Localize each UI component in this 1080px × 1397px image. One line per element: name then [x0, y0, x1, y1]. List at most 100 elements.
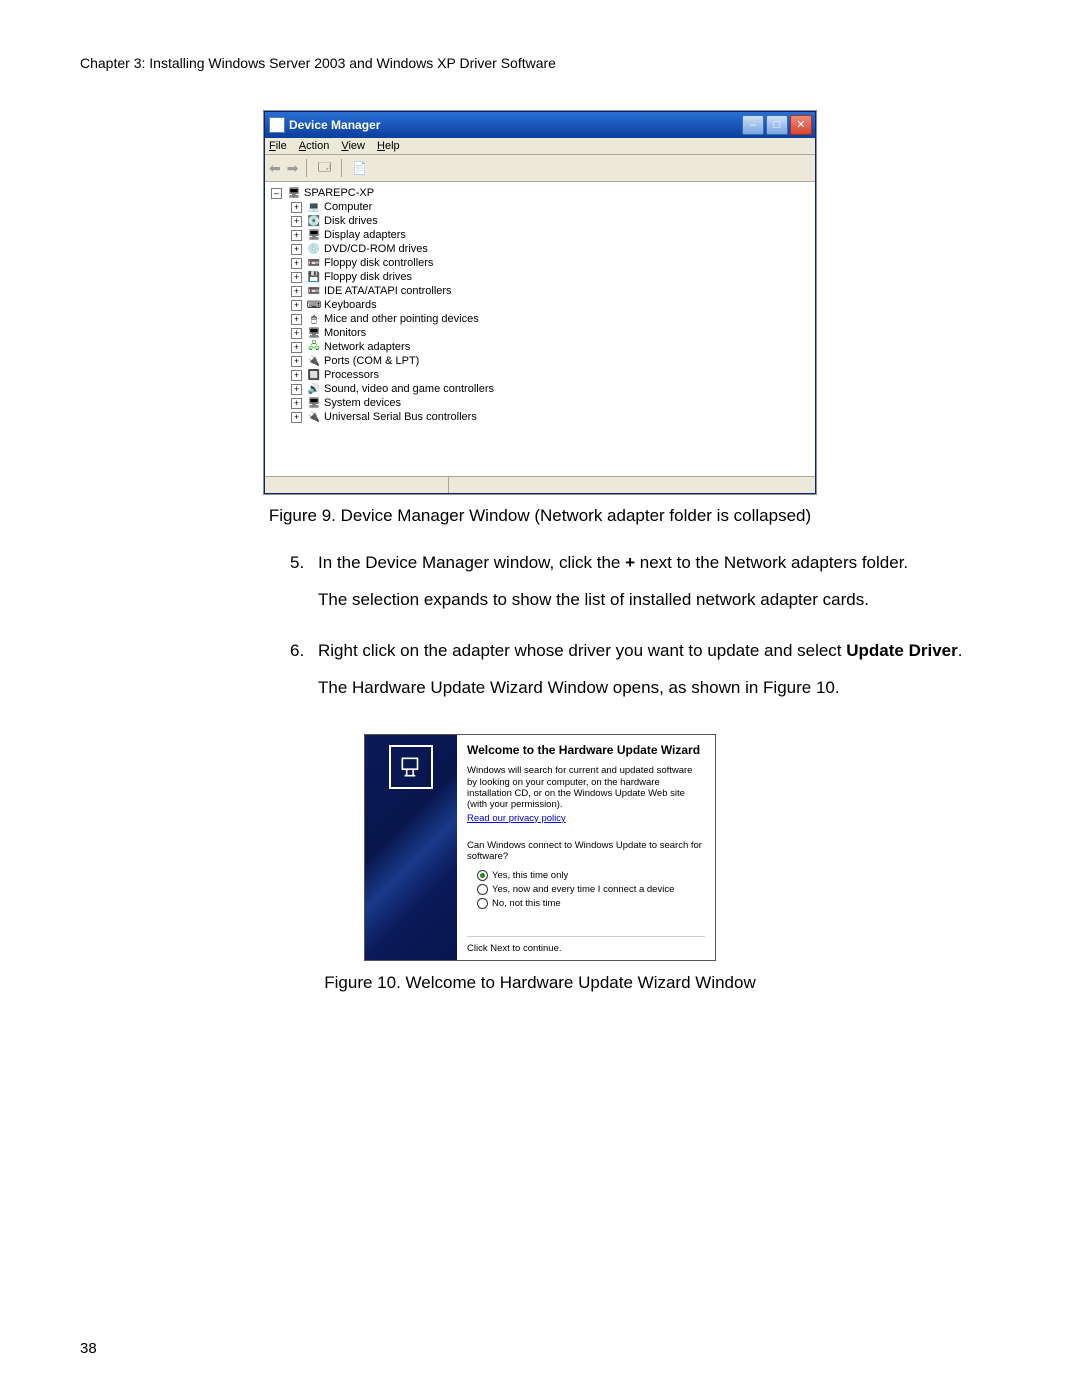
window-title: Device Manager: [289, 118, 380, 132]
expand-icon[interactable]: +: [291, 230, 302, 241]
tree-node[interactable]: + System devices: [291, 396, 809, 410]
step-body: Right click on the adapter whose driver …: [318, 640, 972, 714]
expand-icon[interactable]: +: [291, 244, 302, 255]
node-label: Disk drives: [324, 215, 378, 227]
node-label: IDE ATA/ATAPI controllers: [324, 285, 452, 297]
menu-action[interactable]: Action: [299, 140, 330, 152]
figure-9-caption: Figure 9. Device Manager Window (Network…: [269, 506, 811, 526]
expand-icon[interactable]: +: [291, 286, 302, 297]
computer-icon: [287, 187, 301, 200]
tree-node[interactable]: + Computer: [291, 200, 809, 214]
expand-icon[interactable]: +: [291, 216, 302, 227]
tree-node[interactable]: +Mice and other pointing devices: [291, 312, 809, 326]
window-controls: – □ ✕: [742, 115, 812, 135]
wizard-question: Can Windows connect to Windows Update to…: [467, 840, 705, 863]
expand-icon[interactable]: +: [291, 412, 302, 423]
device-list: + Computer + Disk drives +Display adapters…: [271, 200, 809, 424]
node-label: DVD/CD-ROM drives: [324, 243, 428, 255]
radio-icon: [477, 884, 488, 895]
node-label: Keyboards: [324, 299, 377, 311]
step-5-para-2: The selection expands to show the list o…: [318, 589, 972, 612]
close-button[interactable]: ✕: [790, 115, 812, 135]
menu-view[interactable]: View: [341, 140, 365, 152]
radio-option[interactable]: Yes, now and every time I connect a devi…: [477, 882, 705, 896]
expand-icon[interactable]: +: [291, 258, 302, 269]
menu-file[interactable]: File: [269, 140, 287, 152]
privacy-link[interactable]: Read our privacy policy: [467, 813, 705, 824]
radio-option[interactable]: Yes, this time only: [477, 868, 705, 882]
tree-node[interactable]: + Sound, video and game controllers: [291, 382, 809, 396]
step-number: 5.: [290, 552, 318, 626]
tree-node[interactable]: + Monitors: [291, 326, 809, 340]
node-label: Sound, video and game controllers: [324, 383, 494, 395]
radio-option[interactable]: No, not this time: [477, 896, 705, 910]
tree-node[interactable]: + DVD/CD-ROM drives: [291, 242, 809, 256]
ports-icon: [307, 355, 321, 368]
expand-icon[interactable]: +: [291, 300, 302, 311]
dvd-icon: [307, 243, 321, 256]
maximize-button[interactable]: □: [766, 115, 788, 135]
floppy-icon: [307, 271, 321, 284]
minimize-button[interactable]: –: [742, 115, 764, 135]
step-6-para-1: Right click on the adapter whose driver …: [318, 640, 972, 663]
node-label: System devices: [324, 397, 401, 409]
back-button[interactable]: ⬅: [269, 160, 281, 177]
tree-node[interactable]: + IDE ATA/ATAPI controllers: [291, 284, 809, 298]
tree-node[interactable]: +Display adapters: [291, 228, 809, 242]
tree-node[interactable]: + Disk drives: [291, 214, 809, 228]
collapse-icon[interactable]: –: [271, 188, 282, 199]
wizard-title: Welcome to the Hardware Update Wizard: [467, 743, 705, 757]
figure-10: Welcome to the Hardware Update Wizard Wi…: [80, 728, 1000, 1020]
figure-10-caption: Figure 10. Welcome to Hardware Update Wi…: [324, 973, 755, 993]
floppy-controller-icon: [307, 257, 321, 270]
properties-icon[interactable]: 📄: [350, 159, 368, 177]
menubar: File Action View Help: [265, 138, 815, 155]
tree-node[interactable]: +Universal Serial Bus controllers: [291, 410, 809, 424]
node-label: Monitors: [324, 327, 366, 339]
expand-icon[interactable]: +: [291, 370, 302, 381]
node-label: Network adapters: [324, 341, 410, 353]
expand-icon[interactable]: +: [291, 202, 302, 213]
chapter-header: Chapter 3: Installing Windows Server 200…: [80, 55, 1000, 71]
step-6: 6. Right click on the adapter whose driv…: [290, 640, 972, 714]
wizard-icon: [389, 745, 433, 789]
step-5-para-1: In the Device Manager window, click the …: [318, 552, 972, 575]
expand-icon[interactable]: +: [291, 272, 302, 283]
toolbar: ⬅ ➡ 🗔 📄: [265, 155, 815, 182]
forward-button[interactable]: ➡: [287, 160, 299, 177]
tree-node[interactable]: + Keyboards: [291, 298, 809, 312]
menu-help[interactable]: Help: [377, 140, 400, 152]
scan-icon[interactable]: 🗔: [315, 159, 333, 177]
expand-icon[interactable]: +: [291, 328, 302, 339]
sound-icon: [307, 383, 321, 396]
tree-root-node[interactable]: – SPAREPC-XP: [271, 186, 809, 200]
expand-icon[interactable]: +: [291, 314, 302, 325]
radio-label: Yes, now and every time I connect a devi…: [492, 884, 674, 895]
display-icon: [307, 229, 321, 242]
tree-node[interactable]: +Ports (COM & LPT): [291, 354, 809, 368]
expand-icon[interactable]: +: [291, 342, 302, 353]
mouse-icon: [307, 313, 321, 326]
expand-icon[interactable]: +: [291, 384, 302, 395]
tree-node[interactable]: + Floppy disk drives: [291, 270, 809, 284]
node-label: Floppy disk drives: [324, 271, 412, 283]
app-icon: [269, 117, 285, 133]
figure-9: Device Manager – □ ✕ File Action View He…: [80, 111, 1000, 552]
wizard-content: Welcome to the Hardware Update Wizard Wi…: [457, 735, 715, 961]
tree-node[interactable]: +Processors: [291, 368, 809, 382]
tree-node[interactable]: + Network adapters: [291, 340, 809, 354]
hardware-update-wizard: Welcome to the Hardware Update Wizard Wi…: [364, 734, 716, 962]
expand-icon[interactable]: +: [291, 356, 302, 367]
expand-icon[interactable]: +: [291, 398, 302, 409]
titlebar: Device Manager – □ ✕: [265, 112, 815, 138]
node-label: Computer: [324, 201, 372, 213]
radio-icon: [477, 898, 488, 909]
system-icon: [307, 397, 321, 410]
device-tree: – SPAREPC-XP + Computer + Disk drives +Dis…: [265, 182, 815, 476]
tree-node[interactable]: +Floppy disk controllers: [291, 256, 809, 270]
usb-icon: [307, 411, 321, 424]
titlebar-left: Device Manager: [269, 117, 380, 133]
network-icon: [307, 341, 321, 354]
computer-icon: [307, 201, 321, 214]
toolbar-separator: [306, 159, 307, 177]
